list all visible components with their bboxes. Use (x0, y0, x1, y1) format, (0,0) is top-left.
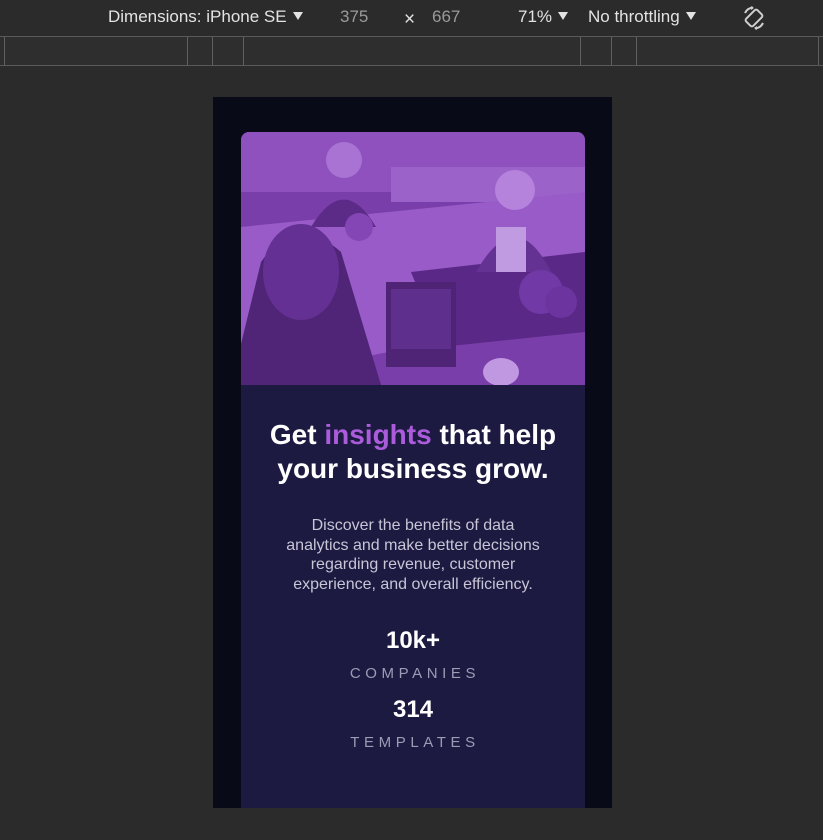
hero-tint (241, 132, 585, 385)
chevron-down-icon (292, 12, 303, 20)
device-dimensions-label: Dimensions: iPhone SE (108, 7, 287, 26)
rotate-icon (744, 6, 764, 30)
device-viewport: Get insights that help your business gro… (213, 97, 612, 808)
chevron-down-icon (558, 12, 569, 20)
stat-templates: 314 TEMPLATES (241, 696, 585, 751)
stat-label: TEMPLATES (350, 734, 480, 751)
media-query-ruler[interactable] (0, 36, 823, 66)
headline-text: Get (269, 419, 325, 450)
headline-accent: insights (324, 419, 432, 450)
stat-label: COMPANIES (349, 665, 481, 682)
rotate-button[interactable] (740, 4, 768, 32)
ruler-divider (4, 37, 5, 65)
stat-value: 10k+ (385, 627, 441, 654)
chevron-down-icon (685, 12, 696, 20)
devtools-device-toolbar: Dimensions: iPhone SE 375 × 667 71% No t… (0, 0, 823, 36)
device-dimensions-select[interactable]: Dimensions: iPhone SE (108, 7, 303, 27)
device-width-input[interactable]: 375 (340, 7, 368, 27)
card-content: Get insights that help your business gro… (241, 385, 585, 751)
ruler-divider (187, 37, 188, 65)
headline: Get insights that help your business gro… (263, 385, 563, 486)
description: Discover the benefits of data analytics … (286, 517, 540, 593)
ruler-divider (636, 37, 637, 65)
stat-value: 314 (392, 696, 434, 723)
times-icon: × (404, 9, 416, 30)
throttling-select[interactable]: No throttling (588, 7, 696, 27)
ruler-divider (611, 37, 612, 65)
throttling-label: No throttling (588, 7, 680, 26)
stat-companies: 10k+ COMPANIES (241, 627, 585, 682)
ruler-divider (243, 37, 244, 65)
ruler-divider (212, 37, 213, 65)
hero-image (241, 132, 585, 385)
device-height-input[interactable]: 667 (432, 7, 460, 27)
zoom-select[interactable]: 71% (518, 7, 569, 27)
ruler-divider (580, 37, 581, 65)
ruler-divider (818, 37, 819, 65)
zoom-label: 71% (518, 7, 553, 26)
stats-card: Get insights that help your business gro… (241, 132, 585, 808)
